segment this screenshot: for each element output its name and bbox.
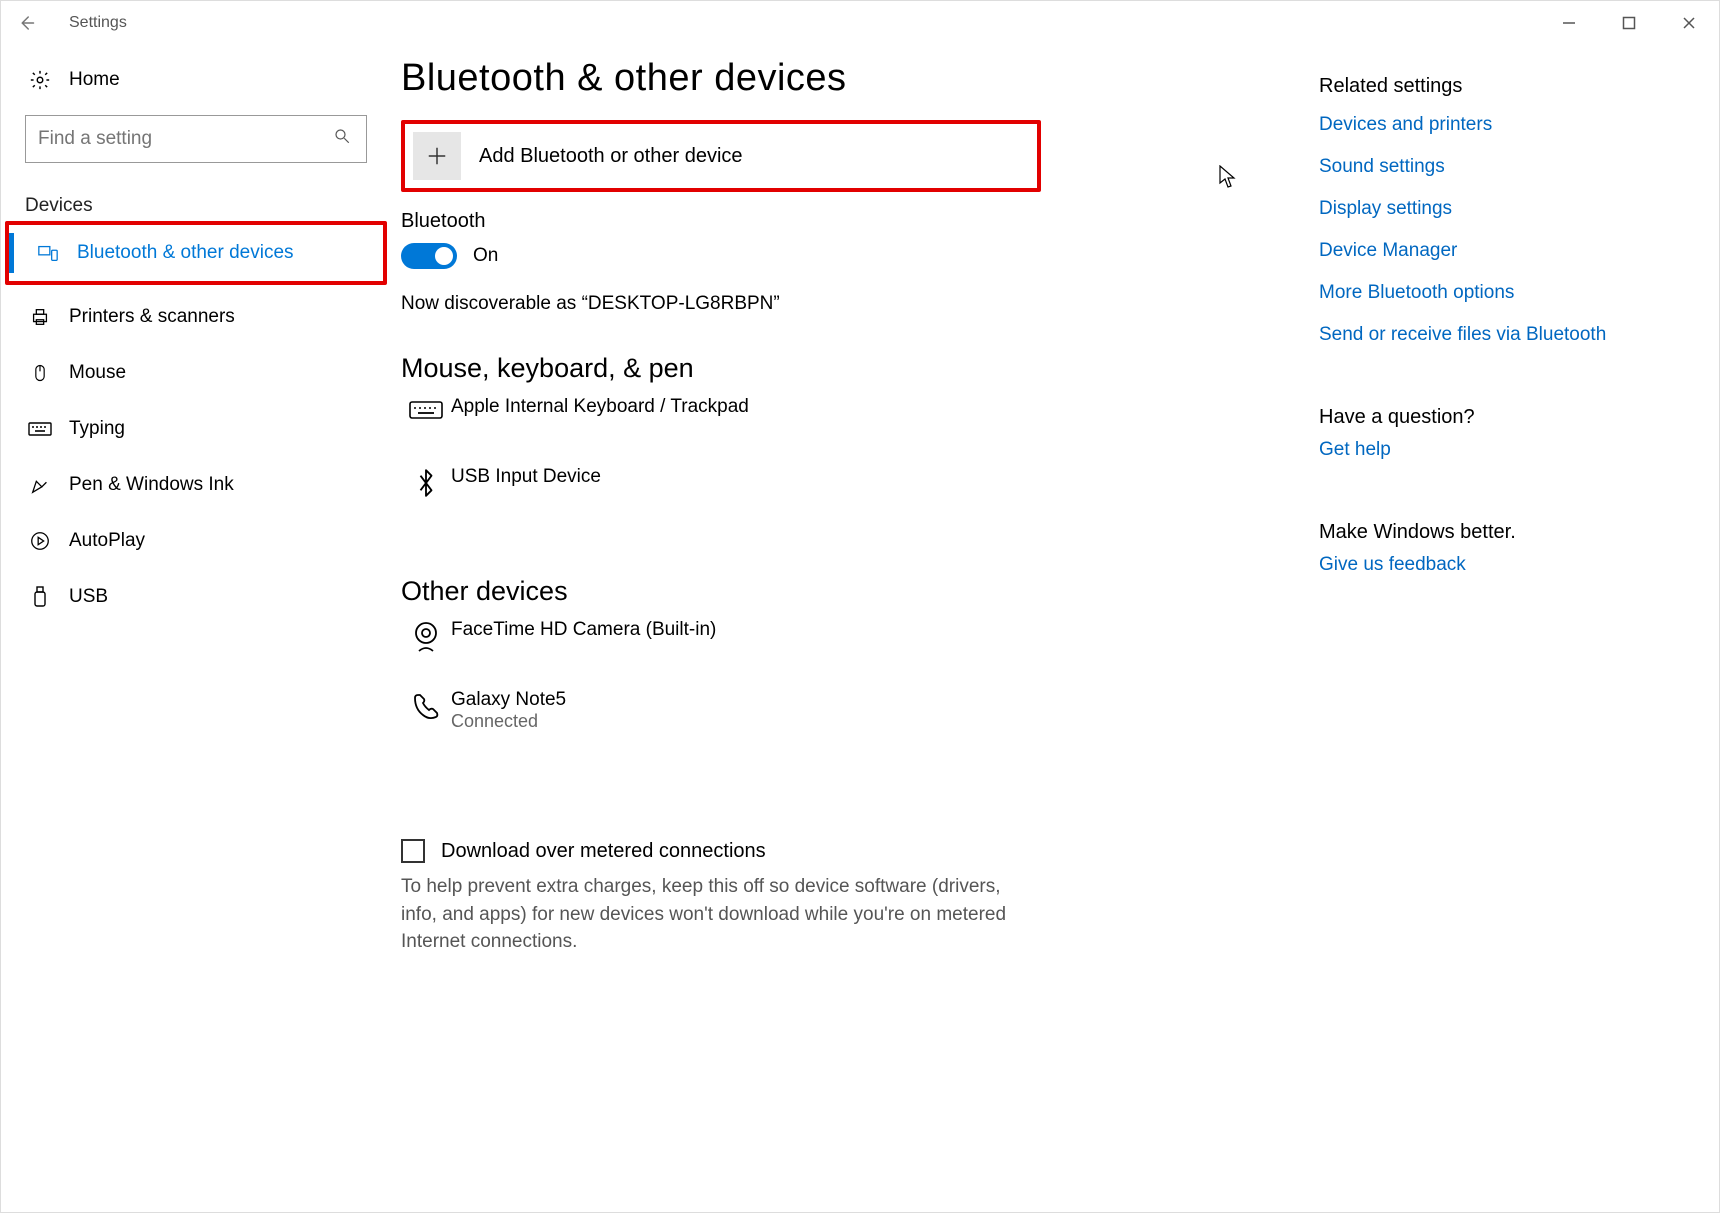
minimize-button[interactable]: [1539, 1, 1599, 45]
sidebar: Home Devices Bluetooth & other devices P…: [1, 45, 391, 1212]
phone-icon: [401, 689, 451, 721]
sidebar-item-label: Bluetooth & other devices: [77, 242, 294, 264]
pen-icon: [25, 474, 55, 496]
highlight-add-device: Add Bluetooth or other device: [401, 120, 1041, 192]
question-head: Have a question?: [1319, 406, 1679, 429]
sidebar-item-label: AutoPlay: [69, 530, 145, 552]
sidebar-item-mouse[interactable]: Mouse: [1, 345, 391, 401]
search-wrap: [1, 105, 391, 181]
sidebar-item-pen[interactable]: Pen & Windows Ink: [1, 457, 391, 513]
sidebar-item-bluetooth[interactable]: Bluetooth & other devices: [9, 225, 383, 281]
device-row[interactable]: Galaxy Note5 Connected: [401, 689, 1279, 749]
bluetooth-toggle[interactable]: [401, 243, 457, 269]
right-column: Related settings Devices and printers So…: [1319, 45, 1719, 1212]
window-controls: [1539, 1, 1719, 45]
usb-icon: [25, 586, 55, 608]
bluetooth-state: On: [473, 245, 498, 267]
plus-icon: [413, 132, 461, 180]
gear-icon: [25, 69, 55, 91]
device-name: Apple Internal Keyboard / Trackpad: [451, 396, 749, 418]
related-settings-head: Related settings: [1319, 75, 1679, 98]
titlebar: Settings: [1, 1, 1719, 45]
feedback-head: Make Windows better.: [1319, 521, 1679, 544]
search-input[interactable]: [25, 115, 367, 163]
maximize-button[interactable]: [1599, 1, 1659, 45]
camera-icon: [401, 619, 451, 655]
sidebar-item-label: Pen & Windows Ink: [69, 474, 234, 496]
sidebar-item-label: USB: [69, 586, 108, 608]
section-mkp: Mouse, keyboard, & pen: [401, 353, 1279, 384]
highlight-sidebar: Bluetooth & other devices: [5, 221, 387, 285]
bluetooth-devices-icon: [33, 242, 63, 264]
back-arrow-icon: [17, 14, 35, 32]
device-row[interactable]: FaceTime HD Camera (Built-in): [401, 619, 1279, 679]
maximize-icon: [1622, 16, 1636, 30]
sidebar-item-printers[interactable]: Printers & scanners: [1, 289, 391, 345]
link-bt-files[interactable]: Send or receive files via Bluetooth: [1319, 324, 1679, 346]
home-label: Home: [69, 69, 120, 91]
add-device-label: Add Bluetooth or other device: [479, 145, 743, 168]
device-status: Connected: [451, 711, 566, 732]
printer-icon: [25, 306, 55, 328]
search-icon: [333, 127, 351, 145]
link-device-manager[interactable]: Device Manager: [1319, 240, 1679, 262]
link-devices-printers[interactable]: Devices and printers: [1319, 114, 1679, 136]
discoverable-text: Now discoverable as “DESKTOP-LG8RBPN”: [401, 293, 1279, 315]
close-button[interactable]: [1659, 1, 1719, 45]
sidebar-item-label: Printers & scanners: [69, 306, 235, 328]
sidebar-item-autoplay[interactable]: AutoPlay: [1, 513, 391, 569]
bluetooth-icon: [401, 466, 451, 498]
home-link[interactable]: Home: [1, 55, 391, 105]
link-get-help[interactable]: Get help: [1319, 439, 1679, 461]
metered-checkbox[interactable]: [401, 839, 425, 863]
link-give-feedback[interactable]: Give us feedback: [1319, 554, 1679, 576]
device-row[interactable]: Apple Internal Keyboard / Trackpad: [401, 396, 1279, 456]
device-name: Galaxy Note5: [451, 689, 566, 711]
sidebar-item-label: Typing: [69, 418, 125, 440]
device-row[interactable]: USB Input Device: [401, 466, 1279, 526]
back-button[interactable]: [11, 14, 41, 32]
device-name: USB Input Device: [451, 466, 601, 488]
mouse-icon: [25, 362, 55, 384]
metered-help: To help prevent extra charges, keep this…: [401, 873, 1021, 956]
sidebar-item-usb[interactable]: USB: [1, 569, 391, 625]
link-more-bluetooth[interactable]: More Bluetooth options: [1319, 282, 1679, 304]
section-other: Other devices: [401, 576, 1279, 607]
link-sound-settings[interactable]: Sound settings: [1319, 156, 1679, 178]
bluetooth-head: Bluetooth: [401, 210, 1279, 233]
main-content: Bluetooth & other devices Add Bluetooth …: [391, 45, 1319, 1212]
add-device-button[interactable]: Add Bluetooth or other device: [413, 132, 1029, 180]
device-name: FaceTime HD Camera (Built-in): [451, 619, 716, 641]
window-title: Settings: [69, 14, 127, 32]
keyboard-icon: [25, 420, 55, 438]
sidebar-category: Devices: [1, 181, 391, 223]
page-title: Bluetooth & other devices: [401, 57, 1279, 100]
sidebar-item-label: Mouse: [69, 362, 126, 384]
close-icon: [1682, 16, 1696, 30]
metered-label: Download over metered connections: [441, 840, 766, 863]
autoplay-icon: [25, 530, 55, 552]
keyboard-device-icon: [401, 396, 451, 422]
link-display-settings[interactable]: Display settings: [1319, 198, 1679, 220]
sidebar-item-typing[interactable]: Typing: [1, 401, 391, 457]
minimize-icon: [1562, 16, 1576, 30]
